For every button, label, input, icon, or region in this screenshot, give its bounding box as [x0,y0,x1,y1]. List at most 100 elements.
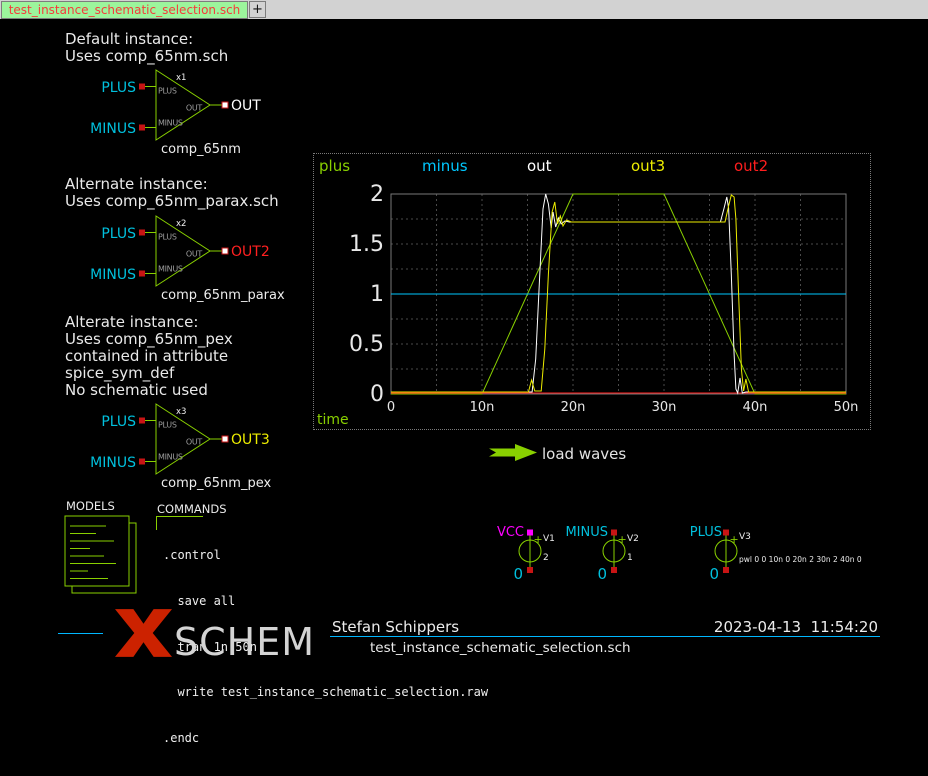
spice-command-line: write test_instance_schematic_selection.… [163,685,488,700]
y-tick-label: 1 [370,282,384,307]
pin-square [139,459,145,465]
symbol-pin-label: PLUS [158,87,177,96]
net-label-minus[interactable]: MINUS [565,525,608,540]
cell-name: comp_65nm_pex [161,476,271,491]
net-label-plus[interactable]: PLUS [101,414,136,430]
pin-square [527,567,533,573]
pin-square [139,84,145,90]
instance-designator: x1 [176,73,186,83]
voltage-source-v1[interactable]: + VCC V1 2 0 [497,525,555,583]
pin-square [139,271,145,277]
pin-square-out [222,248,228,254]
polarity-plus-sign: + [534,533,543,546]
legend-item-out3[interactable]: out3 [631,157,665,175]
waveform-graph[interactable]: 00.511.52010n20n30n40n50n plusminusoutou… [313,153,871,430]
note-line: Default instance: [65,31,228,48]
x-tick-label: 50n [834,400,859,415]
source-designator: V3 [739,532,751,542]
tab-bar: test_instance_schematic_selection.sch + [0,0,928,19]
net-label-minus[interactable]: MINUS [90,267,136,283]
note-line: contained in attribute [65,348,233,365]
x-tick-label: 10n [470,400,495,415]
comparator-x2[interactable]: PLUS MINUS x2 PLUS MINUS OUT OUT2 comp_6… [96,210,276,310]
symbol-pin-label: PLUS [158,233,177,242]
waveform-plot[interactable]: 00.511.52010n20n30n40n50n [314,154,870,429]
symbol-pin-label: OUT [186,438,203,447]
voltage-source-v3[interactable]: + PLUS V3 pwl 0 0 10n 0 20n 2 30n 2 40n … [690,525,862,583]
instance-designator: x2 [176,219,186,229]
net-label-plus[interactable]: PLUS [101,80,136,96]
cell-name: comp_65nm_parax [161,288,285,303]
net-label-gnd[interactable]: 0 [597,565,607,583]
tab-current[interactable]: test_instance_schematic_selection.sch [1,1,248,19]
note-line: Alternate instance: [65,176,279,193]
note-default-instance[interactable]: Default instance: Uses comp_65nm.sch [65,31,228,65]
note-line: Uses comp_65nm_pex [65,331,233,348]
commands-underline [156,516,203,517]
load-waves-launcher[interactable]: load waves [542,445,626,463]
note-line: Alterate instance: [65,314,233,331]
pin-square [527,530,533,536]
spice-command-line: save all [163,594,488,609]
y-tick-label: 1.5 [349,232,384,257]
x-tick-label: 0 [387,400,395,415]
pin-square [139,125,145,131]
x-tick-label: 40n [743,400,768,415]
note-pex-instance[interactable]: Alterate instance: Uses comp_65nm_pex co… [65,314,233,399]
net-label-minus[interactable]: MINUS [90,121,136,137]
pin-square [611,567,617,573]
legend-item-out[interactable]: out [527,157,552,175]
cell-name: comp_65nm [161,142,241,157]
source-designator: V2 [627,534,639,544]
models-documents-icon[interactable] [62,514,142,596]
titleblock-author: Stefan Schippers [332,618,459,636]
spice-command-line: .control [163,548,488,563]
symbol-pin-label: OUT [186,250,203,259]
source-value: 2 [543,553,549,563]
y-tick-label: 2 [370,182,384,207]
legend-item-out2[interactable]: out2 [734,157,768,175]
note-line: Uses comp_65nm_parax.sch [65,193,279,210]
source-pwl-value: pwl 0 0 10n 0 20n 2 30n 2 40n 0 [739,555,862,564]
y-tick-label: 0.5 [349,332,384,357]
schematic-canvas[interactable]: Default instance: Uses comp_65nm.sch Alt… [0,0,928,665]
symbol-pin-label: MINUS [158,453,183,462]
y-tick-label: 0 [370,382,384,407]
polarity-plus-sign: + [618,533,627,546]
polarity-plus-sign: + [730,533,739,546]
x-tick-label: 30n [652,400,677,415]
net-label-out2[interactable]: OUT2 [231,244,270,260]
graph-x-axis-label: time [317,412,349,428]
source-designator: V1 [543,534,555,544]
symbol-pin-label: MINUS [158,265,183,274]
legend-item-minus[interactable]: minus [422,157,468,175]
spice-command-line: .endc [163,731,488,746]
symbol-pin-label: MINUS [158,119,183,128]
legend-item-plus[interactable]: plus [319,157,350,175]
instance-designator: x3 [176,407,186,417]
note-alternate-instance[interactable]: Alternate instance: Uses comp_65nm_parax… [65,176,279,210]
pin-square [723,530,729,536]
net-label-plus[interactable]: PLUS [101,226,136,242]
voltage-source-v2[interactable]: + MINUS V2 1 0 [565,525,638,583]
net-label-minus[interactable]: MINUS [90,455,136,471]
net-label-out3[interactable]: OUT3 [231,432,270,448]
note-line: No schematic used [65,382,233,399]
pin-square-out [222,436,228,442]
pin-square [139,230,145,236]
titleblock-underline [330,636,880,637]
voltage-sources[interactable]: + VCC V1 2 0 + MINUS V2 1 0 + PLUS V3 [495,520,865,586]
comparator-x3[interactable]: PLUS MINUS x3 PLUS MINUS OUT OUT3 comp_6… [96,398,276,498]
launcher-arrow-icon[interactable] [489,444,537,461]
net-label-out[interactable]: OUT [231,98,261,114]
pin-square-out [222,102,228,108]
net-label-plus[interactable]: PLUS [690,525,722,540]
xschem-logo-text: SCHEM [174,620,315,664]
comparator-x1[interactable]: PLUS MINUS x1 PLUS MINUS OUT OUT comp_65… [96,64,276,164]
net-label-gnd[interactable]: 0 [513,565,523,583]
new-tab-button[interactable]: + [249,1,266,18]
source-value: 1 [627,553,633,563]
titleblock-sheet-name: test_instance_schematic_selection.sch [370,640,631,656]
net-label-vcc[interactable]: VCC [497,525,524,540]
net-label-gnd[interactable]: 0 [709,565,719,583]
